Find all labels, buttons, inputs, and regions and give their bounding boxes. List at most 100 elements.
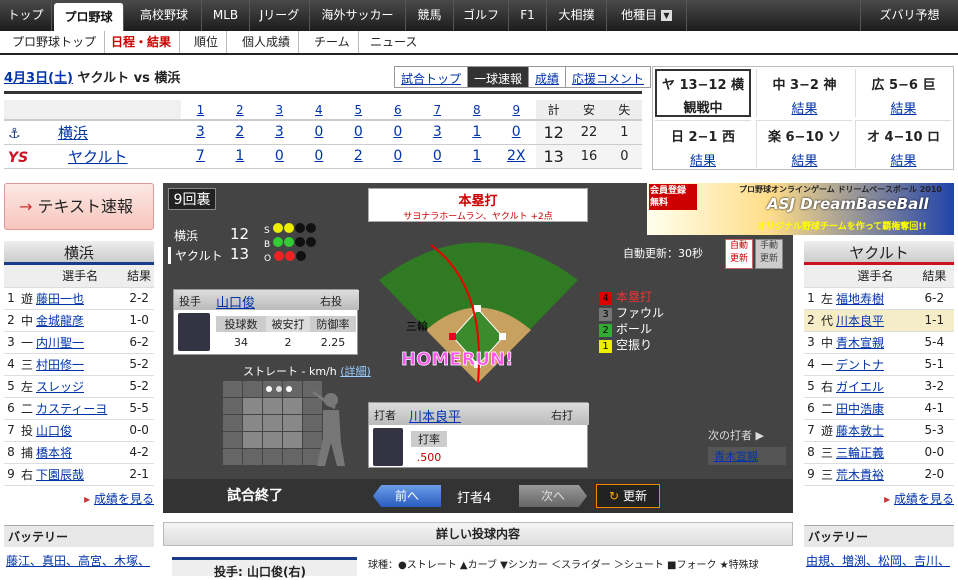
lineup-row: 6 二田中浩康 4-1	[804, 397, 954, 420]
auto-update-button[interactable]: 自動 更新	[725, 239, 753, 269]
inning-6[interactable]: 6	[378, 100, 418, 121]
inning-2[interactable]: 2	[220, 100, 260, 121]
subnav-baseball-top[interactable]: プロ野球トップ	[4, 31, 106, 53]
player-name[interactable]: 田中浩康	[836, 397, 915, 420]
yakult-run-1[interactable]: 7	[180, 144, 221, 169]
manual-update-button[interactable]: 手動 更新	[755, 239, 783, 269]
yakult-run-6[interactable]: 0	[378, 144, 418, 169]
lineup-row: 4 三村田修一 5-2	[4, 353, 154, 376]
game-result-link[interactable]: 結果	[856, 150, 951, 169]
nav-baseball[interactable]: プロ野球	[54, 3, 124, 31]
player-name[interactable]: 山口俊	[36, 419, 125, 442]
team-yokohama[interactable]: 横浜	[58, 124, 88, 142]
ad-banner[interactable]: 会員登録 無料 プロ野球オンラインゲーム ドリームベースボール 2010 ASJ…	[647, 183, 954, 235]
ball-label: B	[264, 240, 271, 250]
tab-game-top[interactable]: 試合トップ	[395, 67, 469, 87]
batter-name[interactable]: 川本良平	[409, 406, 461, 425]
yokohama-run-9[interactable]: 0	[496, 120, 536, 145]
nav-highschool[interactable]: 高校野球	[127, 0, 202, 31]
player-name[interactable]: 金城龍彦	[36, 309, 125, 332]
subnav-team[interactable]: チーム	[306, 31, 359, 53]
nav-other[interactable]: 他種目 ▼	[607, 0, 687, 31]
game-card[interactable]: 楽 6−10 ソ結果	[756, 120, 852, 169]
yakult-run-7[interactable]: 0	[417, 144, 458, 169]
nav-sumo[interactable]: 大相撲	[547, 0, 607, 31]
player-name[interactable]: 青木宣親	[836, 331, 915, 354]
nav-prediction[interactable]: ズバリ予想	[860, 0, 958, 31]
subnav-standings[interactable]: 順位	[186, 31, 228, 53]
team-yakult[interactable]: ヤクルト	[68, 148, 128, 166]
player-name[interactable]: 三輪正義	[836, 441, 915, 464]
yokohama-run-7[interactable]: 3	[417, 120, 458, 145]
yakult-run-9[interactable]: 2X	[496, 144, 536, 169]
inning-3[interactable]: 3	[259, 100, 300, 121]
tab-comments[interactable]: 応援コメント	[566, 67, 650, 87]
next-batter-name[interactable]: 青木宣親	[708, 447, 786, 465]
battery-text[interactable]: 由規、増渕、松岡、吉川、	[806, 552, 950, 569]
inning-1[interactable]: 1	[180, 100, 221, 121]
player-name[interactable]: 荒木貴裕	[836, 463, 915, 486]
game-result-link[interactable]: 結果	[655, 150, 751, 169]
player-name[interactable]: 川本良平	[836, 309, 915, 332]
refresh-button[interactable]: ↻ 更新	[596, 484, 660, 508]
yokohama-run-2[interactable]: 2	[220, 120, 260, 145]
subnav-news[interactable]: ニュース	[362, 31, 425, 53]
tab-live[interactable]: 一球速報	[468, 67, 530, 87]
battery-text[interactable]: 藤江、真田、高宮、木塚、	[6, 552, 150, 569]
game-card-current[interactable]: ヤ 13−12 横観戦中	[655, 69, 751, 117]
tab-stats[interactable]: 成績	[529, 67, 567, 87]
player-name[interactable]: スレッジ	[36, 375, 125, 398]
more-stats-link[interactable]: 成績を見る	[894, 492, 954, 506]
game-card[interactable]: オ 4−10 ロ結果	[855, 120, 951, 169]
player-name[interactable]: 藤田一也	[36, 287, 125, 310]
player-name[interactable]: カスティーヨ	[36, 397, 125, 420]
yakult-run-2[interactable]: 1	[220, 144, 260, 169]
game-card[interactable]: 中 3−2 神結果	[756, 69, 852, 117]
player-name[interactable]: 橋本将	[36, 441, 125, 464]
player-name[interactable]: 下園辰哉	[36, 463, 125, 486]
yakult-run-5[interactable]: 2	[338, 144, 379, 169]
yokohama-run-3[interactable]: 3	[259, 120, 300, 145]
yokohama-run-5[interactable]: 0	[338, 120, 379, 145]
player-name[interactable]: デントナ	[836, 353, 915, 376]
player-name[interactable]: 福地寿樹	[836, 287, 915, 310]
game-result-link[interactable]: 結果	[757, 98, 852, 117]
more-stats-link[interactable]: 成績を見る	[94, 492, 154, 506]
nav-top[interactable]: トップ	[0, 0, 52, 31]
inning-9[interactable]: 9	[496, 100, 536, 121]
nav-jleague[interactable]: Jリーグ	[250, 0, 310, 31]
player-name[interactable]: 藤本敦士	[836, 419, 915, 442]
yokohama-run-6[interactable]: 0	[378, 120, 418, 145]
game-date[interactable]: 4月3日(土)	[4, 71, 73, 86]
game-card[interactable]: 日 2−1 西結果	[655, 120, 751, 169]
nav-soccer[interactable]: 海外サッカー	[310, 0, 406, 31]
player-name[interactable]: 内川聖一	[36, 331, 125, 354]
nav-keiba[interactable]: 競馬	[406, 0, 454, 31]
yokohama-run-8[interactable]: 1	[457, 120, 497, 145]
inning-4[interactable]: 4	[299, 100, 339, 121]
subnav-stats[interactable]: 個人成績	[234, 31, 300, 53]
player-name[interactable]: ガイエル	[836, 375, 915, 398]
nav-golf[interactable]: ゴルフ	[454, 0, 509, 31]
game-card[interactable]: 広 5−6 巨結果	[855, 69, 951, 117]
player-name[interactable]: 村田修一	[36, 353, 125, 376]
yakult-run-8[interactable]: 1	[457, 144, 497, 169]
inning-7[interactable]: 7	[417, 100, 458, 121]
nav-mlb[interactable]: MLB	[202, 0, 250, 31]
yokohama-run-4[interactable]: 0	[299, 120, 339, 145]
game-result-link[interactable]: 結果	[856, 98, 951, 117]
prev-button[interactable]: 前へ	[373, 485, 441, 507]
text-live-button[interactable]: → テキスト速報	[4, 183, 154, 230]
pitcher-name[interactable]: 山口俊	[216, 292, 255, 311]
pitch-detail-link[interactable]: (詳細)	[340, 365, 371, 378]
yakult-run-4[interactable]: 0	[299, 144, 339, 169]
nav-f1[interactable]: F1	[509, 0, 547, 31]
next-button[interactable]: 次へ	[519, 485, 587, 507]
inning-8[interactable]: 8	[457, 100, 497, 121]
yakult-run-3[interactable]: 0	[259, 144, 300, 169]
subnav-schedule[interactable]: 日程・結果	[103, 31, 181, 53]
inning-5[interactable]: 5	[338, 100, 379, 121]
player-result: 1-0	[124, 309, 154, 332]
game-result-link[interactable]: 結果	[757, 150, 852, 169]
yokohama-run-1[interactable]: 3	[180, 120, 221, 145]
